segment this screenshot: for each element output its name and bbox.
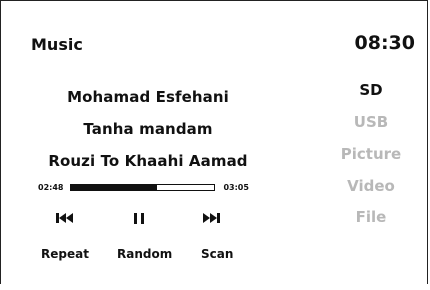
progress-bar[interactable] — [70, 184, 216, 191]
previous-track-button[interactable] — [51, 210, 79, 226]
music-player-screen: Music 08:30 Mohamad Esfehani Tanha manda… — [0, 0, 428, 284]
scan-button[interactable]: Scan — [201, 247, 233, 261]
total-duration: 03:05 — [223, 183, 249, 192]
clock-display: 08:30 — [354, 32, 415, 54]
transport-controls — [1, 210, 281, 230]
album-name: Tanha mandam — [83, 120, 213, 138]
next-track-button[interactable] — [197, 210, 225, 226]
skip-next-icon — [203, 213, 220, 223]
source-item-file[interactable]: File — [316, 208, 426, 226]
playback-progress: 02:48 03:05 — [38, 183, 249, 192]
elapsed-time: 02:48 — [38, 183, 64, 192]
page-title: Music — [31, 35, 83, 54]
progress-bar-fill — [71, 185, 158, 190]
random-button[interactable]: Random — [117, 247, 172, 261]
song-title: Rouzi To Khaahi Aamad — [48, 152, 248, 170]
source-item-usb[interactable]: USB — [316, 113, 426, 131]
skip-previous-icon — [56, 213, 73, 223]
pause-button[interactable] — [129, 210, 149, 226]
repeat-button[interactable]: Repeat — [41, 247, 89, 261]
source-item-picture[interactable]: Picture — [316, 145, 426, 163]
source-item-sd[interactable]: SD — [316, 81, 426, 99]
artist-name: Mohamad Esfehani — [67, 88, 229, 106]
pause-icon — [134, 212, 144, 224]
source-item-video[interactable]: Video — [316, 177, 426, 195]
